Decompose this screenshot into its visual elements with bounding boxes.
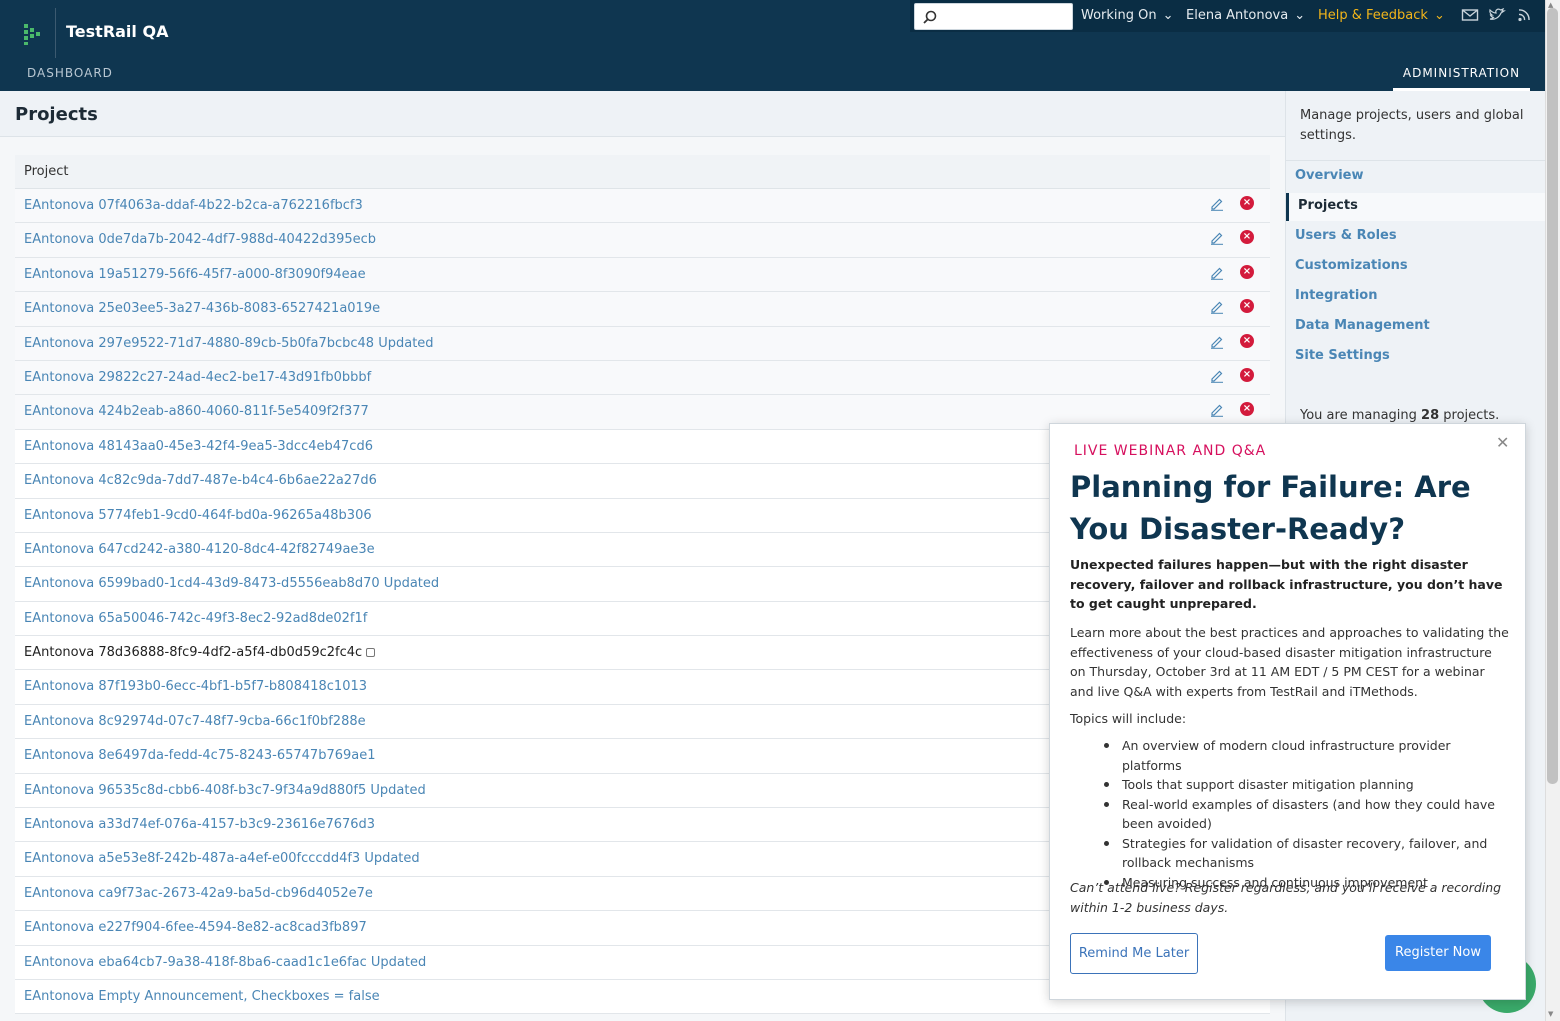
table-row: EAntonova 07f4063a-ddaf-4b22-b2ca-a76221… bbox=[15, 189, 1270, 224]
external-link-icon[interactable] bbox=[366, 648, 376, 658]
working-on-menu[interactable]: Working On ⌄ bbox=[1081, 8, 1174, 23]
tab-dashboard[interactable]: DASHBOARD bbox=[27, 66, 113, 80]
edit-icon[interactable] bbox=[1210, 369, 1224, 383]
sidebar-item-users-roles[interactable]: Users & Roles bbox=[1295, 228, 1397, 243]
project-link[interactable]: EAntonova 65a50046-742c-49f3-8ec2-92ad8d… bbox=[24, 611, 367, 626]
chevron-down-icon: ⌄ bbox=[1294, 8, 1306, 23]
sidebar-description: Manage projects, users and global settin… bbox=[1300, 108, 1524, 143]
scrollbar-thumb[interactable] bbox=[1547, 8, 1558, 784]
search-input[interactable] bbox=[914, 3, 1073, 30]
table-row: EAntonova 29822c27-24ad-4ec2-be17-43d91f… bbox=[15, 360, 1270, 396]
edit-icon[interactable] bbox=[1210, 197, 1224, 211]
mail-icon[interactable] bbox=[1461, 7, 1479, 23]
working-on-label: Working On bbox=[1081, 8, 1157, 23]
project-link[interactable]: EAntonova a5e53e8f-242b-487a-a4ef-e00fcc… bbox=[24, 851, 420, 866]
popup-topics-label: Topics will include: bbox=[1070, 711, 1187, 726]
page-title: Projects bbox=[15, 104, 98, 125]
delete-icon[interactable]: × bbox=[1240, 230, 1254, 245]
scroll-down-arrow-icon[interactable]: ▼ bbox=[1548, 1010, 1553, 1018]
testrail-logo-icon[interactable] bbox=[20, 20, 46, 46]
project-link[interactable]: EAntonova 8e6497da-fedd-4c75-8243-65747b… bbox=[24, 748, 376, 763]
delete-icon[interactable]: × bbox=[1240, 196, 1254, 210]
table-row: EAntonova 25e03ee5-3a27-436b-8083-652742… bbox=[15, 292, 1270, 327]
project-link[interactable]: EAntonova a33d74ef-076a-4157-b3c9-23616e… bbox=[24, 817, 375, 832]
delete-icon[interactable]: × bbox=[1240, 264, 1254, 279]
delete-icon[interactable]: × bbox=[1240, 299, 1254, 314]
edit-icon[interactable] bbox=[1210, 266, 1224, 280]
project-link[interactable]: EAntonova 78d36888-8fc9-4df2-a5f4-db0d59… bbox=[24, 645, 362, 660]
popup-topics-list: An overview of modern cloud infrastructu… bbox=[1104, 736, 1514, 892]
project-link[interactable]: EAntonova e227f904-6fee-4594-8e82-ac8cad… bbox=[24, 920, 367, 935]
rss-icon[interactable] bbox=[1516, 7, 1534, 23]
sidebar-item-data-management[interactable]: Data Management bbox=[1295, 318, 1430, 333]
table-row: EAntonova 297e9522-71d7-4880-89cb-5b0fa7… bbox=[15, 326, 1270, 361]
help-feedback-menu[interactable]: Help & Feedback ⌄ bbox=[1318, 8, 1445, 23]
popup-body: Learn more about the best practices and … bbox=[1070, 625, 1509, 699]
twitter-icon[interactable] bbox=[1488, 7, 1506, 23]
sidebar-item-customizations[interactable]: Customizations bbox=[1295, 258, 1408, 273]
project-link[interactable]: EAntonova 5774feb1-9cd0-464f-bd0a-96265a… bbox=[24, 508, 372, 523]
popup-note: Can’t attend live? Register regardless, … bbox=[1070, 880, 1502, 915]
chevron-down-icon: ⌄ bbox=[1433, 8, 1445, 23]
managing-suffix: projects. bbox=[1439, 408, 1500, 423]
close-icon[interactable]: ✕ bbox=[1496, 433, 1509, 452]
user-menu[interactable]: Elena Antonova ⌄ bbox=[1186, 8, 1305, 23]
edit-icon[interactable] bbox=[1210, 335, 1224, 349]
list-item: Tools that support disaster mitigation p… bbox=[1104, 775, 1514, 795]
managing-count: 28 bbox=[1421, 408, 1440, 423]
project-link[interactable]: EAntonova 19a51279-56f6-45f7-a000-8f3090… bbox=[24, 267, 366, 282]
column-header-project: Project bbox=[24, 164, 69, 179]
help-label: Help & Feedback bbox=[1318, 8, 1428, 23]
project-link[interactable]: EAntonova 8c92974d-07c7-48f7-9cba-66c1f0… bbox=[24, 714, 366, 729]
list-item: Real-world examples of disasters (and ho… bbox=[1104, 795, 1514, 834]
project-link[interactable]: EAntonova 48143aa0-45e3-42f4-9ea5-3dcc4e… bbox=[24, 439, 373, 454]
popup-title: Planning for Failure: Are You Disaster-R… bbox=[1070, 470, 1471, 546]
register-now-button[interactable]: Register Now bbox=[1385, 935, 1491, 971]
delete-icon[interactable]: × bbox=[1240, 367, 1254, 382]
project-link[interactable]: EAntonova 87f193b0-6ecc-4bf1-b5f7-b80841… bbox=[24, 679, 367, 694]
popup-kicker: LIVE WEBINAR AND Q&A bbox=[1074, 443, 1267, 459]
app-title[interactable]: TestRail QA bbox=[66, 22, 168, 41]
chevron-down-icon: ⌄ bbox=[1162, 8, 1174, 23]
sidebar-divider bbox=[1286, 160, 1545, 161]
project-link[interactable]: EAntonova 4c82c9da-7dd7-487e-b4c4-6b6ae2… bbox=[24, 473, 377, 488]
project-link[interactable]: EAntonova 647cd242-a380-4120-8dc4-42f827… bbox=[24, 542, 375, 557]
user-name: Elena Antonova bbox=[1186, 8, 1289, 23]
page-title-bar bbox=[0, 91, 1285, 137]
project-link[interactable]: EAntonova 0de7da7b-2042-4df7-988d-40422d… bbox=[24, 232, 376, 247]
project-link[interactable]: EAntonova 297e9522-71d7-4880-89cb-5b0fa7… bbox=[24, 336, 434, 351]
scroll-up-arrow-icon[interactable]: ▲ bbox=[1548, 1, 1553, 9]
project-link[interactable]: EAntonova ca9f73ac-2673-42a9-ba5d-cb96d4… bbox=[24, 886, 373, 901]
project-link[interactable]: EAntonova 424b2eab-a860-4060-811f-5e5409… bbox=[24, 404, 369, 419]
project-link[interactable]: EAntonova 07f4063a-ddaf-4b22-b2ca-a76221… bbox=[24, 198, 363, 213]
project-link[interactable]: EAntonova 96535c8d-cbb6-408f-b3c7-9f34a9… bbox=[24, 783, 426, 798]
edit-icon[interactable] bbox=[1210, 231, 1224, 246]
project-link[interactable]: EAntonova 29822c27-24ad-4ec2-be17-43d91f… bbox=[24, 370, 371, 385]
sidebar-item-projects[interactable]: Projects bbox=[1298, 198, 1358, 213]
edit-icon[interactable] bbox=[1210, 300, 1224, 314]
table-header: Project bbox=[15, 155, 1270, 189]
remind-me-later-button[interactable]: Remind Me Later bbox=[1070, 933, 1198, 974]
edit-icon[interactable] bbox=[1210, 403, 1224, 418]
list-item: An overview of modern cloud infrastructu… bbox=[1104, 736, 1514, 775]
managing-summary: You are managing 28 projects. bbox=[1300, 408, 1499, 423]
logo-divider bbox=[55, 8, 56, 58]
popup-lead: Unexpected failures happen—but with the … bbox=[1070, 557, 1503, 611]
project-link[interactable]: EAntonova 6599bad0-1cd4-43d9-8473-d5556e… bbox=[24, 576, 439, 591]
sidebar-item-overview[interactable]: Overview bbox=[1295, 168, 1364, 183]
managing-prefix: You are managing bbox=[1300, 408, 1422, 423]
list-item: Strategies for validation of disaster re… bbox=[1104, 834, 1514, 873]
table-row: EAntonova 0de7da7b-2042-4df7-988d-40422d… bbox=[15, 223, 1270, 258]
project-link[interactable]: EAntonova 25e03ee5-3a27-436b-8083-652742… bbox=[24, 301, 380, 316]
project-link[interactable]: EAntonova eba64cb7-9a38-418f-8ba6-caad1c… bbox=[24, 955, 426, 970]
sidebar-item-site-settings[interactable]: Site Settings bbox=[1295, 348, 1390, 363]
table-row: EAntonova 19a51279-56f6-45f7-a000-8f3090… bbox=[15, 257, 1270, 293]
tab-administration[interactable]: ADMINISTRATION bbox=[1393, 66, 1530, 91]
delete-icon[interactable]: × bbox=[1240, 402, 1254, 417]
project-link[interactable]: EAntonova Empty Announcement, Checkboxes… bbox=[24, 989, 380, 1004]
delete-icon[interactable]: × bbox=[1240, 333, 1254, 348]
sidebar-item-integration[interactable]: Integration bbox=[1295, 288, 1377, 303]
search-icon bbox=[923, 10, 937, 24]
